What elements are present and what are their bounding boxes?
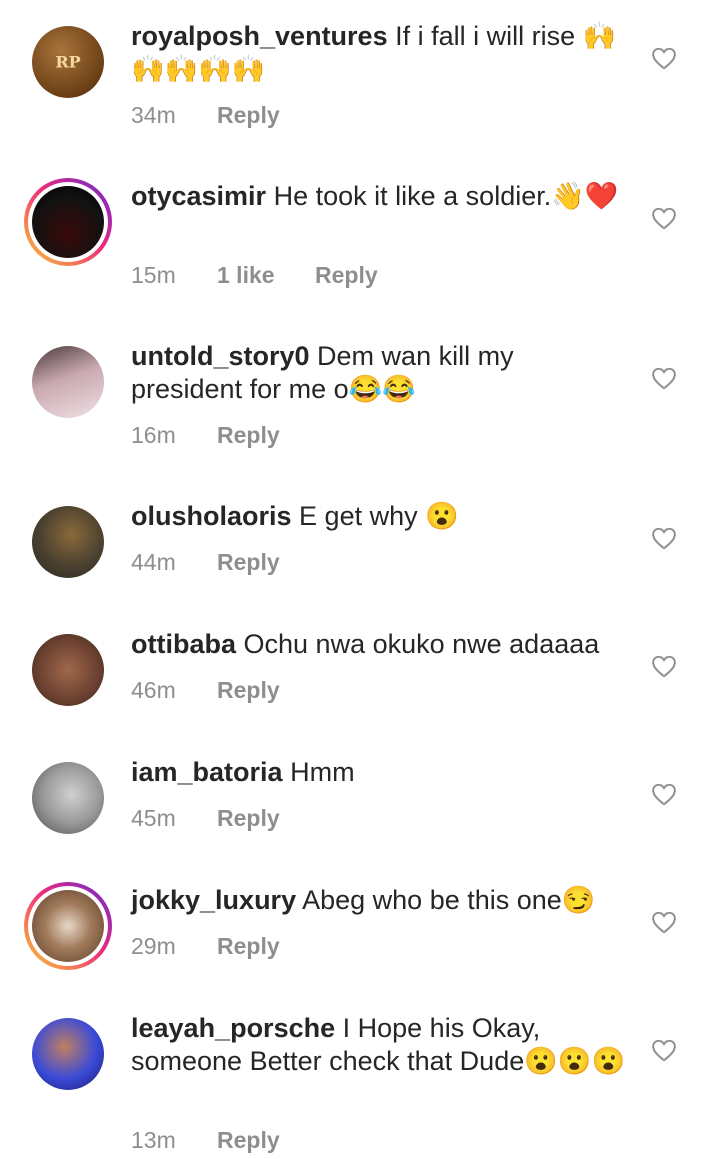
comment-username[interactable]: ottibaba <box>131 629 236 659</box>
reply-button[interactable]: Reply <box>217 677 280 704</box>
like-button[interactable] <box>650 525 678 551</box>
comment-text: Ochu nwa okuko nwe adaaaa <box>243 629 600 659</box>
avatar[interactable] <box>32 762 104 834</box>
heart-outline-icon <box>652 655 676 678</box>
avatar[interactable] <box>32 1018 104 1090</box>
heart-outline-icon <box>652 47 676 70</box>
heart-outline-icon <box>652 207 676 230</box>
like-button[interactable] <box>650 45 678 71</box>
comment-meta: 16m Reply <box>131 422 280 449</box>
comment-time: 44m <box>131 549 176 575</box>
heart-outline-icon <box>652 1039 676 1062</box>
reply-button[interactable]: Reply <box>217 933 280 960</box>
comment-text: E get why 😮 <box>299 501 459 531</box>
reply-button[interactable]: Reply <box>217 422 280 449</box>
avatar-story-ring[interactable] <box>24 882 112 970</box>
comment-username[interactable]: jokky_luxury <box>131 885 296 915</box>
like-button[interactable] <box>650 205 678 231</box>
comment-text: Hmm <box>290 757 355 787</box>
reply-button[interactable]: Reply <box>217 1127 280 1154</box>
like-button[interactable] <box>650 781 678 807</box>
comment-body: otycasimir He took it like a soldier.👋❤️ <box>131 180 631 213</box>
reply-button[interactable]: Reply <box>217 549 280 576</box>
comment-meta: 34m Reply <box>131 102 280 129</box>
avatar <box>32 890 104 962</box>
like-button[interactable] <box>650 365 678 391</box>
comment-body: olusholaoris E get why 😮 <box>131 500 631 533</box>
comment-username[interactable]: untold_story0 <box>131 341 310 371</box>
heart-outline-icon <box>652 911 676 934</box>
heart-outline-icon <box>652 367 676 390</box>
comment-username[interactable]: royalposh_ventures <box>131 21 388 51</box>
comment-body: leayah_porsche I Hope his Okay, someone … <box>131 1012 631 1078</box>
avatar[interactable] <box>32 634 104 706</box>
avatar[interactable] <box>32 506 104 578</box>
like-button[interactable] <box>650 909 678 935</box>
comment-meta: 29m Reply <box>131 933 280 960</box>
comment-time: 46m <box>131 677 176 703</box>
comment-text: He took it like a soldier.👋❤️ <box>273 181 619 211</box>
avatar <box>32 186 104 258</box>
comment-username[interactable]: olusholaoris <box>131 501 292 531</box>
comment-username[interactable]: leayah_porsche <box>131 1013 335 1043</box>
avatar-initials: RP <box>55 52 81 72</box>
comment-meta: 46m Reply <box>131 677 280 704</box>
comment-body: jokky_luxury Abeg who be this one😏 <box>131 884 631 917</box>
comment-username[interactable]: iam_batoria <box>131 757 283 787</box>
comment-body: untold_story0 Dem wan kill my president … <box>131 340 631 406</box>
avatar[interactable]: RP <box>32 26 104 98</box>
heart-outline-icon <box>652 783 676 806</box>
comment-meta: 13m Reply <box>131 1127 280 1154</box>
comment-meta: 15m 1 like Reply <box>131 262 378 289</box>
comment-time: 13m <box>131 1127 176 1153</box>
comment-body: royalposh_ventures If i fall i will rise… <box>131 20 631 86</box>
reply-button[interactable]: Reply <box>217 805 280 832</box>
reply-button[interactable]: Reply <box>315 262 378 289</box>
heart-outline-icon <box>652 527 676 550</box>
comment-meta: 44m Reply <box>131 549 280 576</box>
comment-body: ottibaba Ochu nwa okuko nwe adaaaa <box>131 628 631 661</box>
comment-time: 29m <box>131 933 176 959</box>
reply-button[interactable]: Reply <box>217 102 280 129</box>
like-button[interactable] <box>650 653 678 679</box>
comment-username[interactable]: otycasimir <box>131 181 266 211</box>
comment-time: 45m <box>131 805 176 831</box>
avatar[interactable] <box>32 346 104 418</box>
comment-body: iam_batoria Hmm <box>131 756 631 789</box>
comment-text: Abeg who be this one😏 <box>302 885 596 915</box>
comment-meta: 45m Reply <box>131 805 280 832</box>
likes-count[interactable]: 1 like <box>217 262 275 289</box>
avatar-story-ring[interactable] <box>24 178 112 266</box>
comment-time: 15m <box>131 262 176 288</box>
like-button[interactable] <box>650 1037 678 1063</box>
comment-time: 16m <box>131 422 176 448</box>
comment-time: 34m <box>131 102 176 128</box>
